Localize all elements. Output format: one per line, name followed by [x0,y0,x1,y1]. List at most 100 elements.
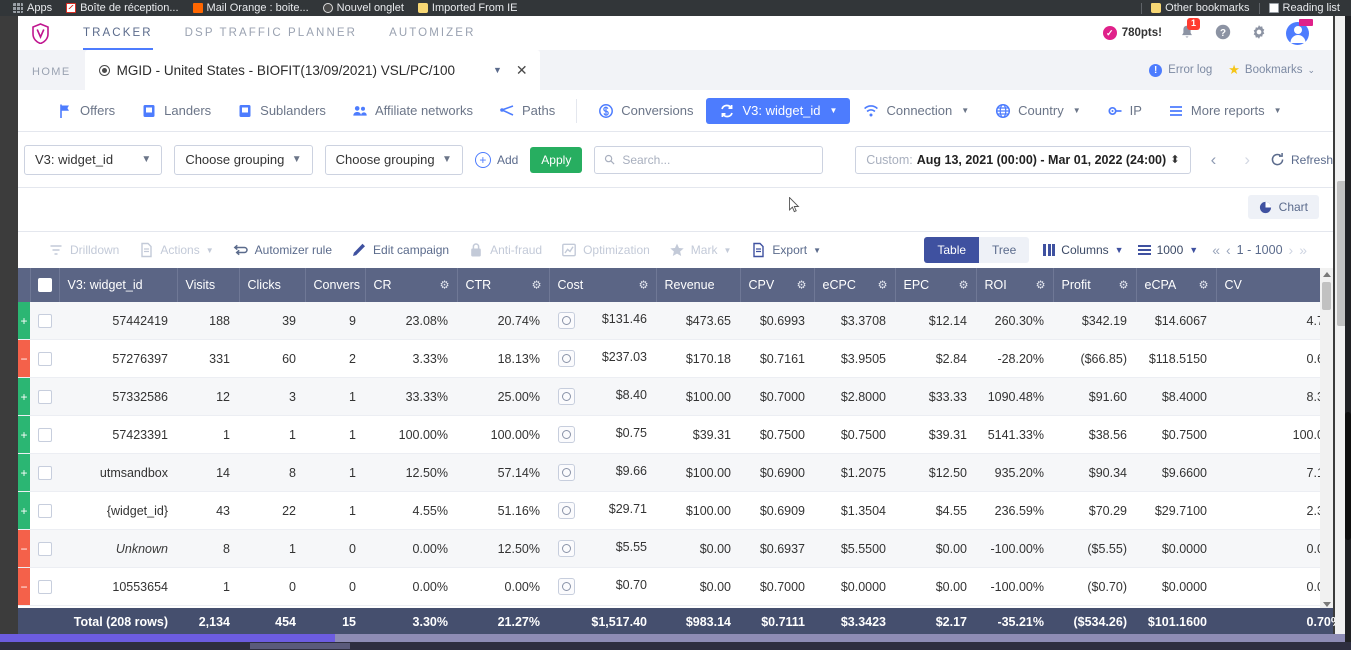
select-all-checkbox[interactable] [37,278,52,293]
table-vertical-scrollbar[interactable] [1320,268,1333,611]
report-nav-affiliate-networks[interactable]: Affiliate networks [339,98,486,124]
scroll-down-icon[interactable] [1323,602,1331,607]
settings-button[interactable] [1250,23,1270,43]
row-select-cell[interactable] [30,491,59,530]
report-nav-paths[interactable]: Paths [486,98,568,124]
next-period-button[interactable]: › [1236,150,1258,170]
scroll-up-icon[interactable] [1323,272,1331,277]
notifications-button[interactable]: 1 [1178,18,1201,43]
report-nav-conversions[interactable]: Conversions [585,98,706,124]
os-scrollbar[interactable] [1345,16,1351,650]
column-settings-icon[interactable]: ⚙ [1036,279,1046,292]
table-header-roi[interactable]: ROI ⚙ [976,268,1054,302]
report-nav-sublanders[interactable]: Sublanders [224,98,339,124]
table-header-clicks[interactable]: Clicks [239,268,306,302]
table-row[interactable]: +57442419 188 39 9 23.08% 20.74% $131.46 $473.6… [18,302,1333,340]
table-header-conv[interactable]: Convers [305,268,366,302]
first-page-button[interactable]: « [1212,242,1220,258]
tree-view-button[interactable]: Tree [979,237,1030,263]
reading-list-button[interactable]: Reading list [1262,0,1347,16]
table-header-profit[interactable]: Profit ⚙ [1053,268,1137,302]
table-header-ctr[interactable]: CTR ⚙ [457,268,550,302]
prev-page-button[interactable]: ‹ [1226,242,1231,258]
export-dropdown[interactable]: Export ▼ [750,242,821,258]
report-nav-landers[interactable]: Landers [128,98,224,124]
report-nav-offers[interactable]: Offers [44,98,128,124]
report-nav-country[interactable]: Country ▼ [982,98,1093,124]
error-log-button[interactable]: ! Error log [1149,63,1212,77]
avatar[interactable] [1286,18,1313,45]
column-settings-icon[interactable]: ⚙ [878,279,888,292]
table-row[interactable]: − Unknown 8 1 0 0.00% 12.50% $5.55 $0.00 $0.6937 $… [18,529,1333,568]
report-nav-ip[interactable]: IP [1094,98,1155,124]
grouping-select-1[interactable]: V3: widget_id ▼ [24,144,163,175]
select-all-header[interactable] [30,268,60,302]
table-header-cpv[interactable]: CPV ⚙ [740,268,815,302]
nav-module-dsp-traffic-planner[interactable]: DSP TRAFFIC PLANNER [169,16,373,50]
cost-detail-icon[interactable] [558,388,575,405]
nav-module-automizer[interactable]: AUTOMIZER [373,16,491,50]
next-page-button[interactable]: › [1289,242,1294,258]
table-header-cv[interactable]: CV⚙ [1216,268,1333,302]
row-checkbox[interactable] [37,313,52,328]
row-select-cell[interactable] [30,415,59,454]
columns-button[interactable]: Columns ▼ [1043,243,1124,257]
column-settings-icon[interactable]: ⚙ [532,279,542,292]
rows-per-page-button[interactable]: 1000 ▼ [1137,243,1198,257]
table-header-ecpc[interactable]: eCPC ⚙ [814,268,896,302]
search-input[interactable]: Search... [594,145,824,174]
previous-period-button[interactable]: ‹ [1203,150,1225,170]
report-nav-v3-widget-id[interactable]: V3: widget_id ▼ [706,97,851,124]
table-row[interactable]: −10553654 1 0 0 0.00% 0.00% $0.70 $0.00 $0.7000 $… [18,567,1333,606]
table-header-cost[interactable]: Cost ⚙ [549,268,657,302]
table-scroll-thumb[interactable] [1322,282,1331,310]
column-settings-icon[interactable]: ⚙ [639,279,649,292]
column-settings-icon[interactable]: ⚙ [1199,279,1209,292]
chevron-down-icon[interactable]: ▼ [493,65,502,75]
refresh-button[interactable]: Refresh [1270,152,1333,167]
column-settings-icon[interactable]: ⚙ [797,279,807,292]
row-select-cell[interactable] [30,453,59,492]
home-button[interactable]: HOME [18,50,85,90]
mark-dropdown[interactable]: Mark ▼ [669,242,731,258]
shield-logo[interactable] [32,22,49,44]
cost-detail-icon[interactable] [558,312,575,329]
column-settings-icon[interactable]: ⚙ [440,279,450,292]
row-checkbox[interactable] [37,503,52,518]
bookmark-mail-orange[interactable]: Mail Orange : boite... [186,0,316,16]
column-settings-icon[interactable]: ⚙ [959,279,969,292]
table-row[interactable]: + {widget_id} 43 22 1 4.55% 51.16% $29.71 $100.0… [18,491,1333,530]
actions-dropdown[interactable]: Actions ▼ [138,242,214,258]
date-range-picker[interactable]: Custom: Aug 13, 2021 (00:00) - Mar 01, 2… [855,145,1191,174]
row-select-cell[interactable] [30,377,59,416]
report-nav-more-reports[interactable]: More reports ▼ [1155,98,1295,124]
add-grouping-button[interactable]: + Add [474,151,518,168]
row-checkbox[interactable] [37,541,52,556]
row-checkbox[interactable] [37,465,52,480]
bookmark-inbox[interactable]: Boîte de réception... [59,0,185,16]
cost-detail-icon[interactable] [558,426,575,443]
anti-fraud-button[interactable]: Anti-fraud [468,242,542,258]
table-header-epc[interactable]: EPC ⚙ [895,268,977,302]
grouping-select-2[interactable]: Choose grouping ▼ [174,144,313,175]
bookmark-apps[interactable]: Apps [6,0,59,16]
table-row[interactable]: + utmsandbox 14 8 1 12.50% 57.14% $9.66 $100.00 $… [18,453,1333,492]
row-select-cell[interactable] [30,529,59,568]
drilldown-button[interactable]: Drilldown [48,242,119,258]
row-checkbox[interactable] [37,351,52,366]
help-button[interactable]: ? [1214,23,1234,43]
row-select-cell[interactable] [30,339,59,378]
automizer-rule-button[interactable]: Automizer rule [233,242,332,258]
cost-detail-icon[interactable] [558,502,575,519]
table-header-ecpa[interactable]: eCPA ⚙ [1136,268,1217,302]
optimization-button[interactable]: Optimization [561,242,650,258]
column-settings-icon[interactable]: ⚙ [1119,279,1129,292]
table-header-revenue[interactable]: Revenue [656,268,741,302]
report-nav-connection[interactable]: Connection ▼ [850,98,982,124]
table-header-cr[interactable]: CR ⚙ [365,268,458,302]
row-checkbox[interactable] [37,427,52,442]
bookmark-imported-from-ie[interactable]: Imported From IE [411,0,525,16]
cost-detail-icon[interactable] [558,540,575,557]
table-row[interactable]: +57332586 12 3 1 33.33% 25.00% $8.40 $100.00 $0.… [18,377,1333,416]
cost-detail-icon[interactable] [558,350,575,367]
